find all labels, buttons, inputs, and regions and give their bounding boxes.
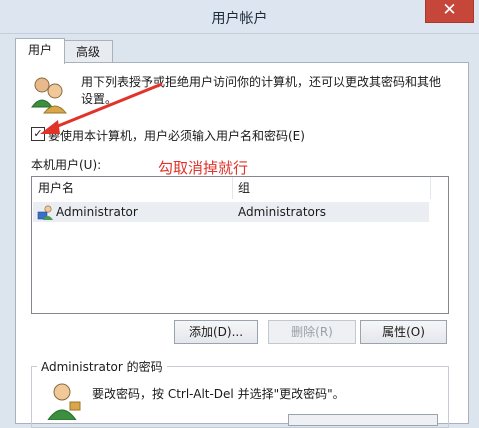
reset-password-button[interactable]	[288, 414, 438, 426]
user-icon	[37, 205, 53, 220]
tab-users-label: 用户	[27, 43, 52, 57]
column-header-group[interactable]: 组	[232, 177, 432, 199]
cell-username: Administrator	[56, 205, 138, 219]
tab-advanced-label: 高级	[75, 45, 100, 59]
tab-advanced[interactable]: 高级	[63, 40, 113, 63]
users-list-label: 本机用户(U):	[31, 158, 102, 172]
cell-group: Administrators	[238, 205, 327, 219]
arrow-annotation-icon	[40, 82, 163, 134]
column-header-username[interactable]: 用户名	[32, 177, 232, 199]
annotation-text: 勾取消掉就行	[158, 159, 249, 177]
password-instructions: 要改密码，按 Ctrl-Alt-Del 并选择"更改密码"。	[92, 387, 345, 401]
close-icon: ✕	[442, 0, 457, 20]
tab-users[interactable]: 用户	[15, 38, 65, 64]
password-user-icon	[47, 383, 81, 420]
add-user-button[interactable]: 添加(D)...	[174, 320, 258, 344]
window-title: 用户帐户	[211, 11, 268, 27]
users-list[interactable]: 用户名 组 Administrator Administrators	[31, 176, 449, 314]
column-separator[interactable]	[430, 177, 431, 199]
password-group-title: Administrator 的密码	[37, 358, 167, 375]
properties-button[interactable]: 属性(O)	[360, 320, 447, 344]
remove-user-button[interactable]: 删除(R)	[268, 320, 356, 344]
table-row[interactable]: Administrator Administrators	[33, 202, 429, 222]
title-bar: 用户帐户 ✕	[0, 0, 479, 34]
close-button[interactable]: ✕	[425, 0, 474, 23]
